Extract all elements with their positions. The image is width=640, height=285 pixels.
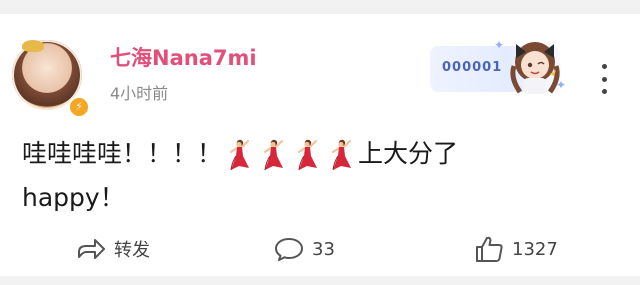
fan-card-number: 000001 (442, 60, 503, 75)
more-vertical-icon[interactable] (596, 64, 612, 94)
content-text-prefix: 哇哇哇哇！！！！ (22, 139, 223, 168)
lightning-icon: ⚡ (68, 96, 90, 118)
user-avatar[interactable]: ⚡ (12, 40, 90, 118)
username[interactable]: 七海Nana7mi (110, 42, 257, 72)
comment-count: 33 (312, 238, 335, 260)
post-time: 4小时前 (110, 84, 169, 103)
content-text-line2: happy！ (22, 183, 125, 212)
repost-label: 转发 (114, 240, 150, 261)
dancer-emoji-icon (298, 139, 318, 171)
sparkle-icon: ✦ (556, 78, 567, 92)
post-content: 哇哇哇哇！！！！ 上大分了 happy！ (22, 132, 458, 220)
post-card: ⚡ 七海Nana7mi 4小时前 000001 ✦ ✦ 哇哇哇哇！！！！ 上大分… (0, 14, 640, 276)
like-count: 1327 (512, 238, 558, 260)
comment-bubble-icon (275, 238, 303, 261)
dancer-emoji-group (222, 132, 358, 176)
action-bar: 转发 33 1327 (0, 224, 640, 268)
repost-arrow-icon (78, 239, 105, 259)
content-line-1: 哇哇哇哇！！！！ 上大分了 (22, 132, 458, 176)
comment-button[interactable]: 33 (274, 234, 335, 264)
sparkle-icon: ✦ (494, 38, 505, 52)
thumbs-up-icon (476, 236, 503, 262)
repost-button[interactable]: 转发 (76, 234, 150, 264)
like-button[interactable]: 1327 (474, 234, 558, 264)
avatar-hair-ornament (22, 40, 44, 52)
dancer-emoji-icon (264, 139, 284, 171)
dancer-emoji-icon (332, 139, 352, 171)
content-line-2: happy！ (22, 176, 458, 220)
fan-card-decoration[interactable]: 000001 ✦ ✦ (430, 32, 570, 98)
content-text-suffix: 上大分了 (358, 139, 459, 168)
dancer-emoji-icon (230, 139, 250, 171)
